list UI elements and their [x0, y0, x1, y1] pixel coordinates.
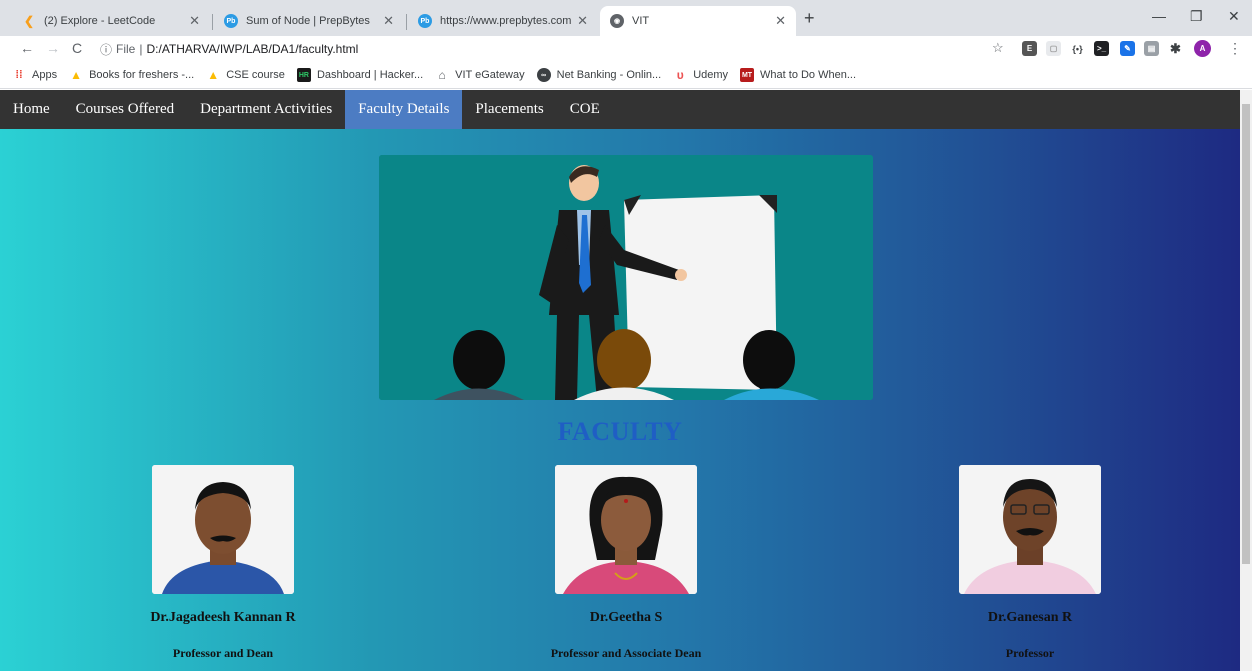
bookmark-label: Apps	[32, 69, 58, 81]
nav-coe[interactable]: COE	[557, 90, 613, 129]
nav-department-activities[interactable]: Department Activities	[187, 90, 345, 129]
scrollbar-thumb[interactable]	[1242, 104, 1250, 564]
bookmark-label: Books for freshers -...	[89, 69, 195, 81]
extension-e-icon[interactable]: E	[1022, 41, 1037, 56]
bank-icon: ∞	[536, 68, 551, 82]
tab-prepbytes-sum[interactable]: Pb Sum of Node | PrepBytes ✕	[214, 6, 404, 36]
extension-box-icon[interactable]: ▢	[1046, 41, 1061, 56]
bookmark-books-freshers[interactable]: ▲ Books for freshers -...	[69, 68, 194, 82]
tab-title: VIT	[632, 15, 650, 27]
page-scrollbar[interactable]	[1240, 90, 1252, 671]
tab-strip: ❮ (2) Explore - LeetCode ✕ Pb Sum of Nod…	[0, 0, 1252, 36]
bookmark-label: Udemy	[693, 69, 729, 81]
bookmark-label: Dashboard | Hacker...	[316, 69, 424, 81]
close-icon[interactable]: ✕	[189, 13, 200, 29]
faculty-name: Dr.Ganesan R	[987, 610, 1073, 625]
faculty-designation: Professor	[1005, 646, 1055, 660]
back-icon[interactable]: ←	[20, 40, 34, 56]
address-scheme: File	[116, 42, 136, 56]
mt-icon: MT	[740, 68, 755, 82]
nav-faculty-details[interactable]: Faculty Details	[345, 90, 463, 129]
bookmark-label: CSE course	[226, 69, 285, 81]
prepbytes-icon: Pb	[224, 14, 238, 28]
bookmark-label: Net Banking - Onlin...	[556, 69, 662, 81]
address-bar[interactable]: ⓘ File | D:/ATHARVA/IWP/LAB/DA1/faculty.…	[100, 38, 1210, 60]
close-icon[interactable]: ✕	[775, 13, 786, 29]
faculty-designation: Professor and Associate Dean	[550, 646, 702, 660]
star-icon[interactable]: ☆	[992, 40, 1004, 56]
faculty-card: Dr.Jagadeesh Kannan R Professor and Dean	[73, 465, 373, 661]
tab-prepbytes-url[interactable]: Pb https://www.prepbytes.com/pane ✕	[408, 6, 598, 36]
apps-grid-icon: ⁞⁞	[15, 69, 23, 81]
bookmark-hackerrank[interactable]: HR Dashboard | Hacker...	[296, 68, 424, 82]
nav-courses-offered[interactable]: Courses Offered	[63, 90, 187, 129]
faculty-card: Dr.Ganesan R Professor	[880, 465, 1180, 661]
drive-icon: ▲	[207, 68, 220, 82]
puzzle-icon[interactable]: ✱	[1168, 41, 1183, 56]
udemy-icon: ᴜ	[676, 68, 684, 82]
drive-icon: ▲	[70, 68, 83, 82]
tab-title: (2) Explore - LeetCode	[44, 15, 156, 27]
window-close-icon[interactable]: ✕	[1228, 8, 1240, 25]
menu-icon[interactable]: ⋮	[1228, 40, 1242, 57]
bookmark-vit-egateway[interactable]: ⌂ VIT eGateway	[435, 68, 525, 82]
hero-illustration	[379, 155, 873, 400]
maximize-icon[interactable]: ❐	[1190, 8, 1203, 25]
bookmark-udemy[interactable]: ᴜ Udemy	[673, 68, 728, 82]
address-path: D:/ATHARVA/IWP/LAB/DA1/faculty.html	[146, 42, 359, 56]
forward-icon[interactable]: →	[46, 40, 60, 56]
tab-leetcode[interactable]: ❮ (2) Explore - LeetCode ✕	[12, 6, 210, 36]
bookmarks-bar: ⁞⁞ Apps ▲ Books for freshers -... ▲ CSE …	[0, 62, 1252, 89]
tab-title: https://www.prepbytes.com/pane	[440, 15, 572, 27]
nav-placements[interactable]: Placements	[462, 90, 556, 129]
tab-vit[interactable]: ◉ VIT ✕	[600, 6, 796, 36]
tab-divider	[406, 14, 407, 30]
minimize-icon[interactable]: —	[1152, 8, 1166, 24]
bookmark-apps[interactable]: ⁞⁞ Apps	[12, 68, 57, 82]
address-separator: |	[139, 42, 143, 56]
close-icon[interactable]: ✕	[383, 13, 394, 29]
vit-icon: ⌂	[438, 68, 446, 82]
extension-braces-icon[interactable]: {•}	[1070, 41, 1085, 56]
new-tab-icon[interactable]: +	[804, 8, 815, 29]
bookmark-net-banking[interactable]: ∞ Net Banking - Onlin...	[536, 68, 662, 82]
globe-icon: ◉	[610, 14, 624, 28]
bookmark-label: What to Do When...	[760, 69, 857, 81]
info-icon[interactable]: ⓘ	[100, 41, 112, 58]
close-icon[interactable]: ✕	[577, 13, 588, 29]
extension-grid-icon[interactable]: ▤	[1144, 41, 1159, 56]
pen-icon[interactable]: ✎	[1120, 41, 1135, 56]
browser-toolbar: ← → C ⓘ File | D:/ATHARVA/IWP/LAB/DA1/fa…	[0, 36, 1252, 62]
page-viewport: Home Courses Offered Department Activiti…	[0, 90, 1240, 671]
faculty-name: Dr.Geetha S	[589, 610, 663, 625]
nav-home[interactable]: Home	[0, 90, 63, 129]
avatar[interactable]: A	[1194, 40, 1211, 57]
bookmark-what-to-do[interactable]: MT What to Do When...	[740, 68, 856, 82]
faculty-photo	[152, 465, 294, 594]
bookmark-cse-course[interactable]: ▲ CSE course	[206, 68, 285, 82]
faculty-photo	[555, 465, 697, 594]
terminal-icon[interactable]: >_	[1094, 41, 1109, 56]
tab-divider	[212, 14, 213, 30]
reload-icon[interactable]: C	[72, 40, 82, 56]
leetcode-icon: ❮	[23, 14, 35, 28]
tab-title: Sum of Node | PrepBytes	[246, 15, 370, 27]
faculty-designation: Professor and Dean	[172, 646, 274, 660]
prepbytes-icon: Pb	[418, 14, 432, 28]
hackerrank-icon: HR	[296, 68, 311, 82]
page-title: FACULTY	[557, 417, 683, 446]
site-navbar: Home Courses Offered Department Activiti…	[0, 90, 1240, 129]
faculty-name: Dr.Jagadeesh Kannan R	[150, 610, 296, 625]
faculty-card: Dr.Geetha S Professor and Associate Dean	[476, 465, 776, 661]
bookmark-label: VIT eGateway	[455, 69, 525, 81]
faculty-photo	[959, 465, 1101, 594]
